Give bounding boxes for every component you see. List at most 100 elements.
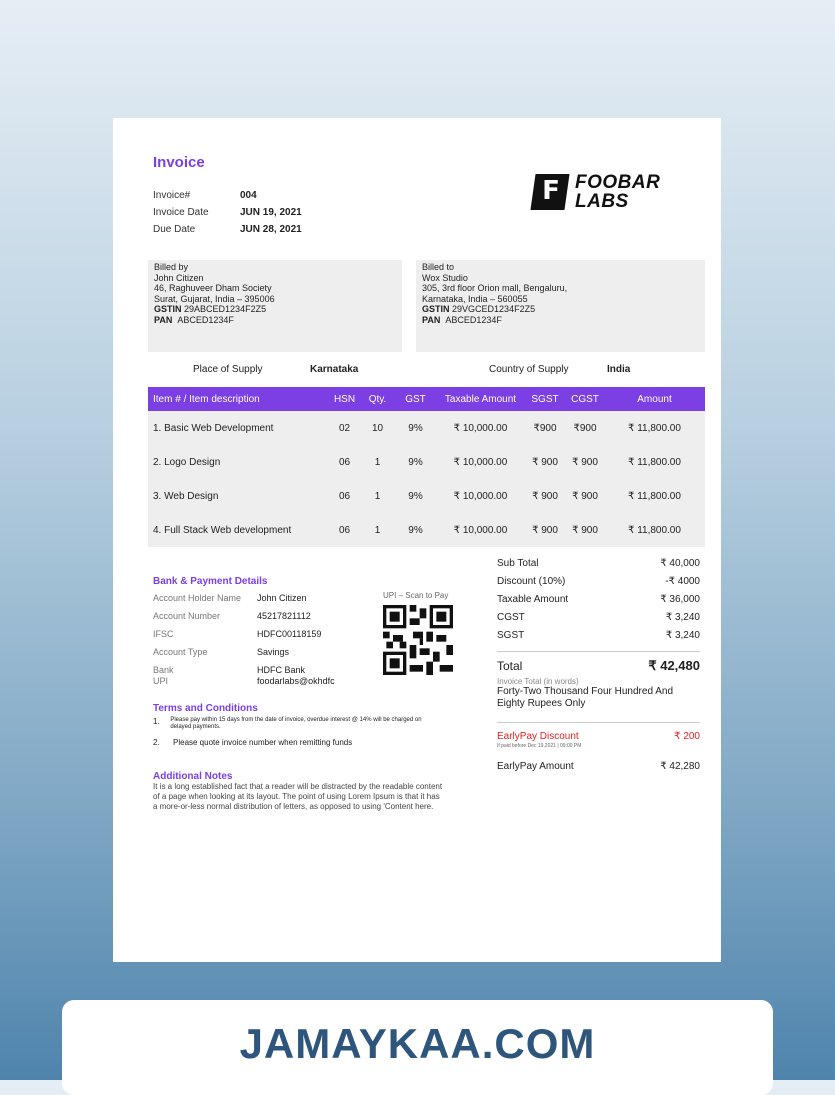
total-label: Total xyxy=(497,659,523,673)
bank-details-title: Bank & Payment Details xyxy=(153,576,268,587)
terms-text: Please quote invoice number when remitti… xyxy=(173,738,353,747)
account-number-label: Account Number xyxy=(153,611,221,621)
cell-sgst: ₹900 xyxy=(533,422,557,434)
discount: -₹ 4000 xyxy=(665,576,700,587)
notes-title: Additional Notes xyxy=(153,771,233,782)
invoice-number-label: Invoice# xyxy=(153,190,191,201)
cell-gst: 9% xyxy=(408,456,423,468)
invoice-page: Invoice Invoice# 004 Invoice Date JUN 19, … xyxy=(113,118,721,962)
billed-to-name: Wox Studio xyxy=(422,272,468,283)
cgst: ₹ 3,240 xyxy=(665,612,700,623)
cell-sgst: ₹ 900 xyxy=(532,524,558,536)
pan-label: PAN xyxy=(154,314,173,325)
billed-to-address-1: 305, 3rd floor Orion mall, Bengaluru, xyxy=(422,283,568,293)
early-note: If paid before Dec 19,2021 | 09:00 PM xyxy=(497,743,582,749)
billed-by-address-1: 46, Raghuveer Dham Society xyxy=(154,283,272,293)
company-logo: F FOOBAR LABS xyxy=(530,172,661,212)
site-banner: JAMAYKAA.COM xyxy=(62,1000,773,1095)
cell-hsn: 06 xyxy=(338,524,351,536)
cell-gst: 9% xyxy=(408,524,423,536)
ifsc: HDFC00118159 xyxy=(257,629,322,639)
totals-section: Sub Total ₹ 40,000 Discount (10%) -₹ 4000 … xyxy=(497,558,700,779)
billed-by-card: Billed by John Citizen 46, Raghuveer Dha… xyxy=(148,260,402,352)
billed-to-card: Billed to Wox Studio 305, 3rd floor Orio… xyxy=(416,260,705,352)
account-holder: John Citizen xyxy=(257,593,307,603)
cell-amount: ₹ 11,800.00 xyxy=(628,490,681,502)
items-table: Item # / Item description HSN Qty. GST T… xyxy=(148,387,705,547)
billed-by-gstin: 29ABCED1234F2Z5 xyxy=(184,304,267,314)
cell-gst: 9% xyxy=(408,490,423,502)
cell-cgst: ₹ 900 xyxy=(572,490,598,502)
gstin-label: GSTIN xyxy=(154,304,182,314)
due-date: JUN 28, 2021 xyxy=(240,224,302,235)
cell-item: 3. Web Design xyxy=(153,490,219,502)
logo-line-2: LABS xyxy=(575,191,629,212)
divider xyxy=(497,651,700,652)
sgst: ₹ 3,240 xyxy=(665,630,700,641)
table-row: 4. Full Stack Web development 06 1 9% ₹ 10,0… xyxy=(148,513,705,547)
terms-section: Terms and Conditions 1. Please pay within… xyxy=(153,703,433,747)
cell-hsn: 02 xyxy=(338,422,351,434)
cell-amount: ₹ 11,800.00 xyxy=(628,456,681,468)
upi-id: foodarlabs@okhdfc xyxy=(257,676,335,686)
cell-amount: ₹ 11,800.00 xyxy=(628,422,681,434)
total-words: Forty-Two Thousand Four Hundred And Eigh… xyxy=(497,686,674,709)
col-header-cgst: CGST xyxy=(571,393,599,405)
cell-item: 2. Logo Design xyxy=(153,456,221,468)
billed-by-heading: Billed by xyxy=(154,262,189,272)
cell-taxable: ₹ 10,000.00 xyxy=(453,422,508,434)
subtotal: ₹ 40,000 xyxy=(660,558,700,569)
cell-taxable: ₹ 10,000.00 xyxy=(453,490,508,502)
billed-to-address-2: Karnataka, India – 560055 xyxy=(422,293,528,304)
pan-label: PAN xyxy=(422,314,441,325)
col-header-sgst: SGST xyxy=(531,393,559,405)
subtotal-label: Sub Total xyxy=(497,558,539,569)
cell-gst: 9% xyxy=(408,422,423,434)
col-header-amount: Amount xyxy=(637,393,672,405)
logo-line-1: FOOBAR xyxy=(575,172,661,193)
cell-cgst: ₹ 900 xyxy=(572,456,598,468)
table-row: 1. Basic Web Development 02 10 9% ₹ 10,000.0… xyxy=(148,411,705,445)
country-of-supply-label: Country of Supply xyxy=(489,364,569,375)
due-date-label: Due Date xyxy=(153,224,196,235)
table-header: Item # / Item description HSN Qty. GST T… xyxy=(148,387,705,411)
place-of-supply: Karnataka xyxy=(310,364,359,375)
cell-hsn: 06 xyxy=(338,456,351,468)
taxable-label: Taxable Amount xyxy=(497,594,569,605)
col-header-gst: GST xyxy=(405,393,426,405)
taxable-amount: ₹ 36,000 xyxy=(660,594,700,605)
account-number: 45217821112 xyxy=(257,611,311,621)
qr-label: UPI – Scan to Pay xyxy=(383,591,449,600)
billed-by-address-2: Surat, Gujarat, India – 395006 xyxy=(154,293,275,304)
qr-code-icon xyxy=(383,605,453,675)
cell-taxable: ₹ 10,000.00 xyxy=(453,524,508,536)
cell-qty: 1 xyxy=(374,490,381,502)
cell-sgst: ₹ 900 xyxy=(532,490,558,502)
bank-details: Bank & Payment Details Account Holder Na… xyxy=(153,576,335,687)
bank-name: HDFC Bank xyxy=(257,665,306,675)
invoice-number: 004 xyxy=(240,190,257,201)
invoice-date-label: Invoice Date xyxy=(153,207,209,218)
cell-amount: ₹ 11,800.00 xyxy=(628,524,681,536)
invoice-date: JUN 19, 2021 xyxy=(240,207,302,218)
total: ₹ 42,480 xyxy=(648,658,700,673)
cell-cgst: ₹ 900 xyxy=(572,524,598,536)
billed-to-heading: Billed to xyxy=(422,262,455,272)
billed-to-gstin: 29VGCED1234F2Z5 xyxy=(452,304,536,314)
terms-item: 2. Please quote invoice number when remit… xyxy=(153,738,433,747)
early-discount-label: EarlyPay Discount xyxy=(497,731,579,742)
terms-title: Terms and Conditions xyxy=(153,703,258,714)
table-row: 3. Web Design 06 1 9% ₹ 10,000.00 ₹ 900 ₹ 900 ₹… xyxy=(148,479,705,513)
sgst-label: SGST xyxy=(497,630,525,641)
account-holder-label: Account Holder Name xyxy=(153,593,242,603)
cell-cgst: ₹900 xyxy=(573,422,597,434)
bank-name-label: Bank xyxy=(153,665,174,675)
cell-taxable: ₹ 10,000.00 xyxy=(453,456,508,468)
account-type: Savings xyxy=(257,647,290,657)
cell-hsn: 06 xyxy=(338,490,351,502)
terms-text: Please pay within 15 days from the date … xyxy=(170,717,422,730)
country-of-supply: India xyxy=(607,364,631,375)
divider xyxy=(497,722,700,723)
billed-by-pan: ABCED1234F xyxy=(177,314,234,325)
invoice-title: Invoice xyxy=(153,154,205,171)
